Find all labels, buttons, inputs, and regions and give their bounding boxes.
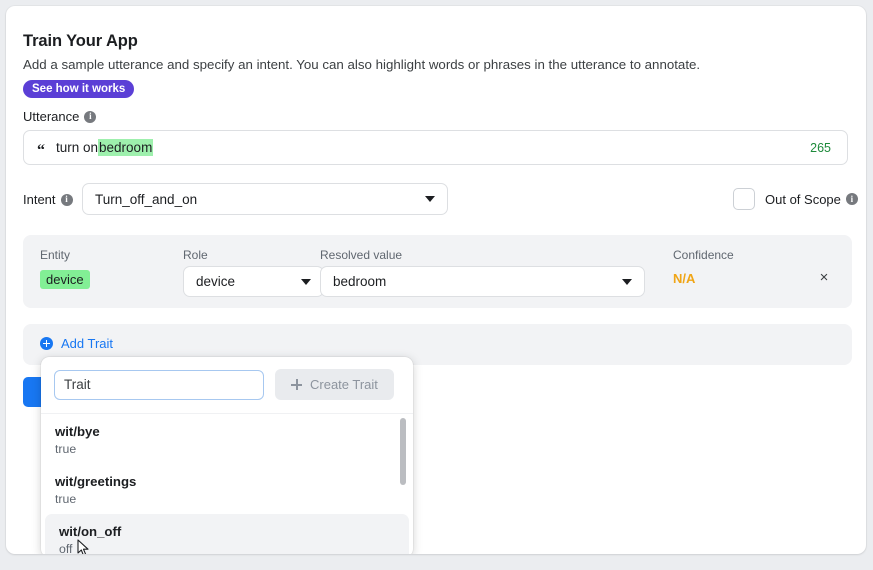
trait-popover-header: Create Trait [41,357,413,413]
page-subtitle: Add a sample utterance and specify an in… [23,57,701,72]
out-of-scope-control[interactable]: Out of Scope i [733,188,858,210]
info-icon[interactable]: i [84,110,97,123]
role-column-header: Role [183,248,208,262]
role-select[interactable]: device [183,266,324,297]
plus-icon [291,379,302,390]
train-your-app-card: Train Your App Add a sample utterance an… [6,6,866,554]
add-trait-label: Add Trait [61,336,114,351]
chevron-down-icon [425,196,435,202]
close-icon[interactable]: × [813,266,835,288]
app-page: Train Your App Add a sample utterance an… [0,0,873,570]
create-trait-button[interactable]: Create Trait [275,369,394,400]
intent-select[interactable]: Turn_off_and_on [82,183,448,215]
out-of-scope-label-text: Out of Scope [765,191,841,207]
page-title: Train Your App [23,32,138,50]
utterance-text-plain: turn on [56,140,99,155]
resolved-value-select-value: bedroom [333,274,387,289]
trait-item-value: true [55,442,77,456]
out-of-scope-label: Out of Scope i [765,192,858,207]
utterance-label: Utterance i [23,109,97,124]
trait-list[interactable]: wit/bye true wit/greetings true wit/on_o… [41,413,413,554]
confidence-column-header: Confidence [673,248,734,262]
resolved-value-column-header: Resolved value [320,248,403,262]
intent-select-value: Turn_off_and_on [95,191,198,207]
plus-circle-icon [40,337,53,350]
list-item[interactable]: wit/greetings true [41,464,413,514]
chevron-down-icon [301,278,311,285]
intent-label-text: Intent [23,192,56,207]
utterance-input[interactable]: “ turn on bedroom 265 [23,130,848,165]
trait-item-value: true [55,492,77,506]
chevron-down-icon [622,278,632,285]
utterance-label-text: Utterance [23,109,80,124]
intent-label: Intent i [23,192,73,207]
list-item[interactable]: wit/bye true [41,414,413,464]
resolved-value-select[interactable]: bedroom [320,266,645,297]
trait-popover: Create Trait wit/bye true wit/greetings … [41,357,413,554]
trait-item-name: wit/bye [55,424,100,439]
info-icon[interactable]: i [845,193,858,205]
role-select-value: device [196,274,236,289]
trait-list-scrollbar-thumb[interactable] [400,418,406,485]
entity-panel: Entity Role Resolved value Confidence de… [23,235,852,308]
create-trait-label: Create Trait [310,377,378,392]
utterance-text-highlight[interactable]: bedroom [98,139,154,156]
trait-item-name: wit/on_off [59,524,122,539]
add-trait-button[interactable]: Add Trait [40,336,113,351]
confidence-value: N/A [673,271,696,286]
see-how-it-works-badge[interactable]: See how it works [23,80,135,98]
entity-column-header: Entity [40,248,71,262]
trait-list-scrollbar[interactable] [400,418,406,554]
info-icon[interactable]: i [60,193,73,206]
entity-tag[interactable]: device [40,270,90,289]
out-of-scope-checkbox[interactable] [733,188,755,210]
list-item[interactable]: wit/on_off off [45,514,409,554]
trait-item-name: wit/greetings [55,474,137,489]
utterance-counter: 265 [810,140,831,155]
trait-input[interactable] [54,369,264,400]
trait-item-value: off [59,542,73,554]
